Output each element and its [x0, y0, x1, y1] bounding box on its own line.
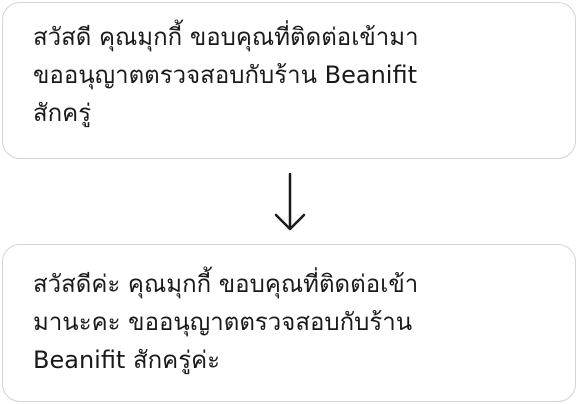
revised-message-box: สวัสดีค่ะ คุณมุกกี้ ขอบคุณที่ติดต่อเข้า … [2, 244, 576, 402]
original-message-line-2: ขออนุญาตตรวจสอบกับร้าน Beanifit [33, 61, 417, 89]
revised-message-line-3: Beanifit สักครู่ค่ะ [33, 346, 221, 374]
original-message-line-1: สวัสดี คุณมุกกี้ ขอบคุณที่ติดต่อเข้ามา [33, 23, 419, 51]
arrow-down-icon [268, 172, 312, 234]
revised-message-line-1: สวัสดีค่ะ คุณมุกกี้ ขอบคุณที่ติดต่อเข้า [33, 270, 419, 298]
original-message-line-3: สักครู่ [33, 99, 92, 127]
original-message-box: สวัสดี คุณมุกกี้ ขอบคุณที่ติดต่อเข้ามา ข… [2, 2, 576, 159]
revised-message-line-2: มานะคะ ขออนุญาตตรวจสอบกับร้าน [33, 308, 413, 336]
